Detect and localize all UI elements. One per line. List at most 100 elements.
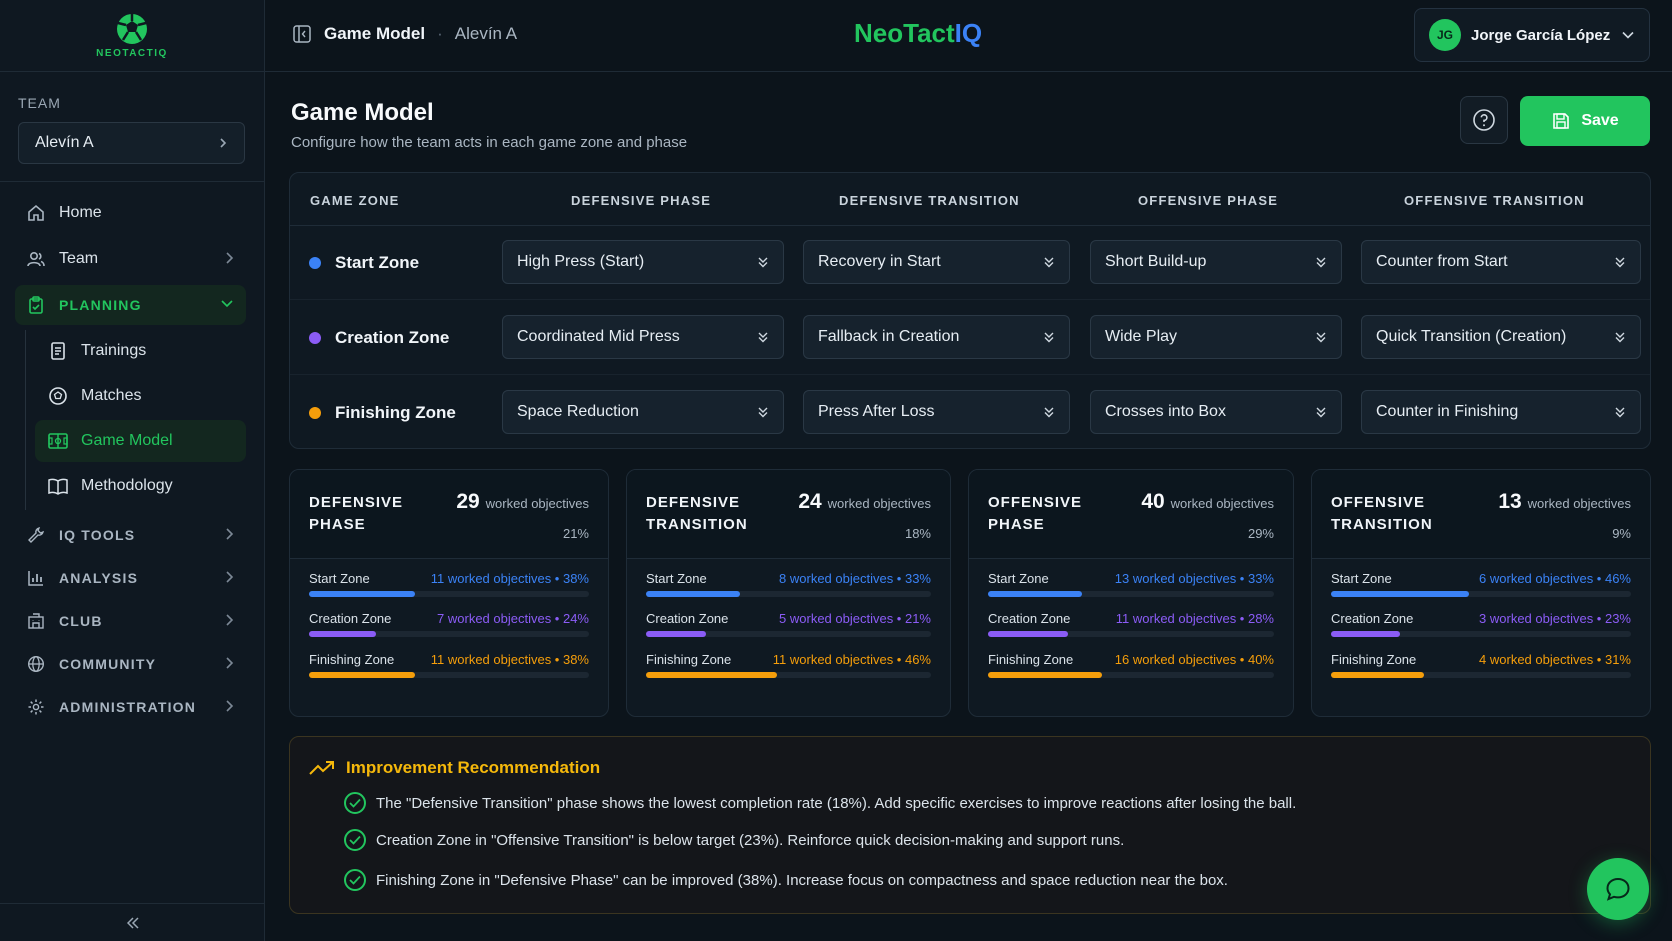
- progress-track: [988, 672, 1274, 678]
- sidebar-item-team[interactable]: Team: [15, 239, 246, 279]
- avatar: JG: [1429, 19, 1461, 51]
- soccer-ball-icon: [115, 12, 149, 46]
- progress-fill: [646, 591, 741, 597]
- select-finishing-offensive-transition[interactable]: Counter in Finishing: [1361, 390, 1641, 434]
- select-creation-offensive-transition[interactable]: Quick Transition (Creation): [1361, 315, 1641, 359]
- phase-card-defensive-phase: DEFENSIVE PHASE 29 worked objectives 21% Sta…: [289, 469, 609, 717]
- brand-part-1: NeoTact: [854, 18, 955, 48]
- chevrons-up-down-icon: [1315, 405, 1327, 419]
- select-value: Short Build-up: [1105, 253, 1207, 270]
- sidebar-item-trainings[interactable]: Trainings: [35, 330, 246, 372]
- select-start-offensive-phase[interactable]: Short Build-up: [1090, 240, 1342, 284]
- select-finishing-offensive-phase[interactable]: Crosses into Box: [1090, 390, 1342, 434]
- recommendation-text: Creation Zone in "Offensive Transition" …: [376, 831, 1125, 849]
- team-label: TEAM: [18, 95, 61, 111]
- chevron-right-icon: [224, 527, 234, 541]
- select-creation-offensive-phase[interactable]: Wide Play: [1090, 315, 1342, 359]
- chevron-right-icon: [224, 251, 234, 265]
- team-selector[interactable]: Alevín A: [18, 122, 245, 164]
- bar-chart-icon: [25, 567, 47, 589]
- sidebar-item-community[interactable]: COMMUNITY: [15, 644, 246, 684]
- game-model-table: GAME ZONE DEFENSIVE PHASE DEFENSIVE TRAN…: [289, 172, 1651, 449]
- column-header-game-zone: GAME ZONE: [310, 193, 400, 208]
- chevrons-up-down-icon: [1043, 255, 1055, 269]
- recommendation-item: Finishing Zone in "Defensive Phase" can …: [344, 869, 1228, 891]
- progress-track: [1331, 672, 1631, 678]
- row-divider: [290, 299, 1650, 300]
- select-start-defensive-phase[interactable]: High Press (Start): [502, 240, 784, 284]
- chat-button[interactable]: [1587, 858, 1649, 920]
- select-creation-defensive-phase[interactable]: Coordinated Mid Press: [502, 315, 784, 359]
- collapse-sidebar-button[interactable]: [0, 903, 265, 941]
- sidebar-item-iq-tools[interactable]: IQ TOOLS: [15, 515, 246, 555]
- sidebar: NEOTACTIQ TEAM Alevín A Home Team PLANNI…: [0, 0, 265, 941]
- sidebar-divider: [0, 181, 265, 182]
- select-creation-defensive-transition[interactable]: Fallback in Creation: [803, 315, 1070, 359]
- chevrons-up-down-icon: [1614, 405, 1626, 419]
- select-finishing-defensive-phase[interactable]: Space Reduction: [502, 390, 784, 434]
- objectives-label: worked objectives: [1170, 496, 1274, 511]
- table-header-divider: [290, 225, 1650, 226]
- logo[interactable]: NEOTACTIQ: [0, 0, 264, 72]
- sidebar-toggle-icon[interactable]: [292, 24, 312, 44]
- zone-progress-label: Finishing Zone: [988, 652, 1074, 667]
- zone-name: Finishing Zone: [335, 403, 456, 422]
- chat-bubble-icon: [1604, 875, 1632, 903]
- zone-progress-label: Start Zone: [646, 571, 707, 586]
- card-header: OFFENSIVE TRANSITION 13 worked objectives 9…: [1312, 470, 1650, 559]
- zone-progress-value: 16 worked objectives • 40%: [1114, 652, 1274, 667]
- select-value: Quick Transition (Creation): [1376, 328, 1567, 345]
- help-button[interactable]: [1460, 96, 1508, 144]
- sidebar-item-label: ANALYSIS: [59, 570, 139, 586]
- page-subtitle: Configure how the team acts in each game…: [291, 134, 688, 151]
- zone-progress-value: 13 worked objectives • 33%: [1114, 571, 1274, 586]
- progress-track: [309, 591, 589, 597]
- save-button[interactable]: Save: [1520, 96, 1650, 146]
- progress-fill: [309, 672, 416, 678]
- sidebar-item-club[interactable]: CLUB: [15, 601, 246, 641]
- check-circle-icon: [344, 829, 366, 851]
- submenu-guide-line: [25, 330, 26, 510]
- chevron-right-icon: [224, 613, 234, 627]
- breadcrumb-team[interactable]: Alevín A: [455, 24, 517, 44]
- sidebar-item-analysis[interactable]: ANALYSIS: [15, 558, 246, 598]
- recommendation-title: Improvement Recommendation: [346, 758, 601, 777]
- zone-progress-value: 11 worked objectives • 38%: [430, 652, 589, 667]
- card-header: DEFENSIVE PHASE 29 worked objectives 21%: [290, 470, 608, 559]
- sidebar-item-label: CLUB: [59, 613, 103, 629]
- chevrons-up-down-icon: [1315, 330, 1327, 344]
- sidebar-item-home[interactable]: Home: [15, 193, 246, 233]
- chevrons-up-down-icon: [1614, 330, 1626, 344]
- select-start-offensive-transition[interactable]: Counter from Start: [1361, 240, 1641, 284]
- check-circle-icon: [344, 869, 366, 891]
- sidebar-item-matches[interactable]: Matches: [35, 375, 246, 417]
- card-percentage: 29%: [1247, 526, 1274, 541]
- sidebar-item-game-model[interactable]: Game Model: [35, 420, 246, 462]
- sidebar-item-label: Methodology: [81, 477, 173, 494]
- building-icon: [25, 610, 47, 632]
- user-name: Jorge García López: [1471, 26, 1611, 44]
- sidebar-item-methodology[interactable]: Methodology: [35, 465, 246, 507]
- select-finishing-defensive-transition[interactable]: Press After Loss: [803, 390, 1070, 434]
- user-menu[interactable]: JG Jorge García López: [1414, 8, 1650, 62]
- zone-progress-value: 8 worked objectives • 33%: [779, 571, 931, 586]
- page-title: Game Model: [291, 99, 434, 126]
- select-start-defensive-transition[interactable]: Recovery in Start: [803, 240, 1070, 284]
- progress-track: [646, 631, 931, 637]
- sidebar-item-planning[interactable]: PLANNING: [15, 285, 246, 325]
- gear-icon: [25, 696, 47, 718]
- sidebar-item-administration[interactable]: ADMINISTRATION: [15, 687, 246, 727]
- sidebar-item-label: Home: [59, 204, 102, 221]
- sidebar-item-label: Matches: [81, 387, 142, 404]
- logo-text: NEOTACTIQ: [96, 48, 168, 59]
- progress-fill: [1331, 672, 1424, 678]
- recommendation-text: Finishing Zone in "Defensive Phase" can …: [376, 871, 1228, 889]
- chevrons-left-icon: [125, 916, 141, 930]
- card-title: OFFENSIVE PHASE: [988, 494, 1083, 533]
- progress-track: [309, 631, 589, 637]
- zone-dot: [309, 407, 321, 419]
- card-title: OFFENSIVE TRANSITION: [1331, 494, 1433, 533]
- breadcrumb-current[interactable]: Game Model: [324, 24, 425, 44]
- progress-track: [646, 672, 931, 678]
- phase-card-offensive-transition: OFFENSIVE TRANSITION 13 worked objectives 9…: [1311, 469, 1651, 717]
